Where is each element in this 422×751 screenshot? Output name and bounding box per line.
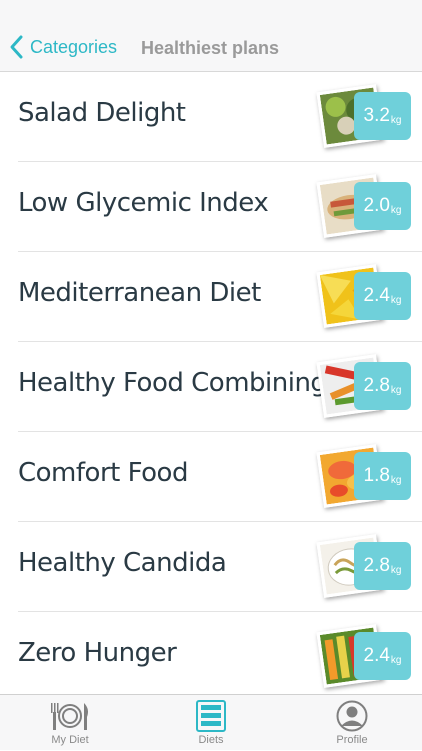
diet-list: Salad Delight 3.2 kg Low Glycemic Index 2… — [0, 72, 422, 702]
diet-row-healthy-food-combining[interactable]: Healthy Food Combining 2.8 kg — [18, 342, 422, 432]
weight-loss-unit: kg — [390, 204, 402, 216]
weight-loss-unit: kg — [390, 654, 402, 666]
diet-name: Salad Delight — [18, 98, 186, 128]
weight-loss-badge: 2.4 kg — [354, 272, 411, 320]
list-icon — [196, 700, 226, 732]
weight-loss-unit: kg — [390, 114, 402, 126]
page-title: Healthiest plans — [141, 38, 280, 58]
weight-loss-unit: kg — [390, 294, 402, 306]
diet-name: Zero Hunger — [18, 638, 177, 668]
tab-profile[interactable]: Profile — [282, 695, 422, 751]
diet-row-comfort-food[interactable]: Comfort Food 1.8 kg — [18, 432, 422, 522]
weight-loss-value: 2.4 — [363, 285, 390, 306]
tab-label: Diets — [198, 734, 224, 746]
weight-loss-value: 2.8 — [363, 555, 390, 576]
weight-loss-value: 2.0 — [363, 195, 390, 216]
chevron-left-icon — [10, 35, 23, 59]
weight-loss-unit: kg — [390, 564, 402, 576]
tab-bar: My Diet Diets Profile — [0, 694, 422, 750]
weight-loss-unit: kg — [390, 474, 402, 486]
weight-loss-badge: 2.0 kg — [354, 182, 411, 230]
diet-name: Mediterranean Diet — [18, 278, 261, 308]
user-icon — [336, 700, 368, 732]
weight-loss-value: 3.2 — [363, 105, 390, 126]
diet-name: Comfort Food — [18, 458, 188, 488]
tab-label: My Diet — [51, 734, 89, 746]
weight-loss-unit: kg — [390, 384, 402, 396]
back-button-label: Categories — [30, 36, 118, 57]
diet-row-zero-hunger[interactable]: Zero Hunger 2.4 kg — [18, 612, 422, 702]
diet-name: Healthy Candida — [18, 548, 227, 578]
weight-loss-badge: 3.2 kg — [354, 92, 411, 140]
weight-loss-badge: 2.8 kg — [354, 362, 411, 410]
weight-loss-badge: 1.8 kg — [354, 452, 411, 500]
back-button[interactable]: Categories — [8, 33, 117, 61]
weight-loss-badge: 2.8 kg — [354, 542, 411, 590]
plate-cutlery-icon — [51, 703, 88, 730]
tab-my-diet[interactable]: My Diet — [0, 695, 140, 751]
navigation-bar: Categories Healthiest plans — [0, 0, 422, 72]
diet-name: Healthy Food Combining — [18, 368, 327, 398]
weight-loss-value: 2.8 — [363, 375, 390, 396]
weight-loss-badge: 2.4 kg — [354, 632, 411, 680]
diet-name: Low Glycemic Index — [18, 188, 269, 218]
diet-row-mediterranean-diet[interactable]: Mediterranean Diet 2.4 kg — [18, 252, 422, 342]
weight-loss-value: 1.8 — [363, 465, 390, 486]
diet-row-salad-delight[interactable]: Salad Delight 3.2 kg — [18, 72, 422, 162]
weight-loss-value: 2.4 — [363, 645, 390, 666]
diet-row-healthy-candida[interactable]: Healthy Candida 2.8 kg — [18, 522, 422, 612]
diet-row-low-glycemic-index[interactable]: Low Glycemic Index 2.0 kg — [18, 162, 422, 252]
tab-label: Profile — [336, 734, 368, 746]
tab-diets[interactable]: Diets — [141, 695, 281, 751]
